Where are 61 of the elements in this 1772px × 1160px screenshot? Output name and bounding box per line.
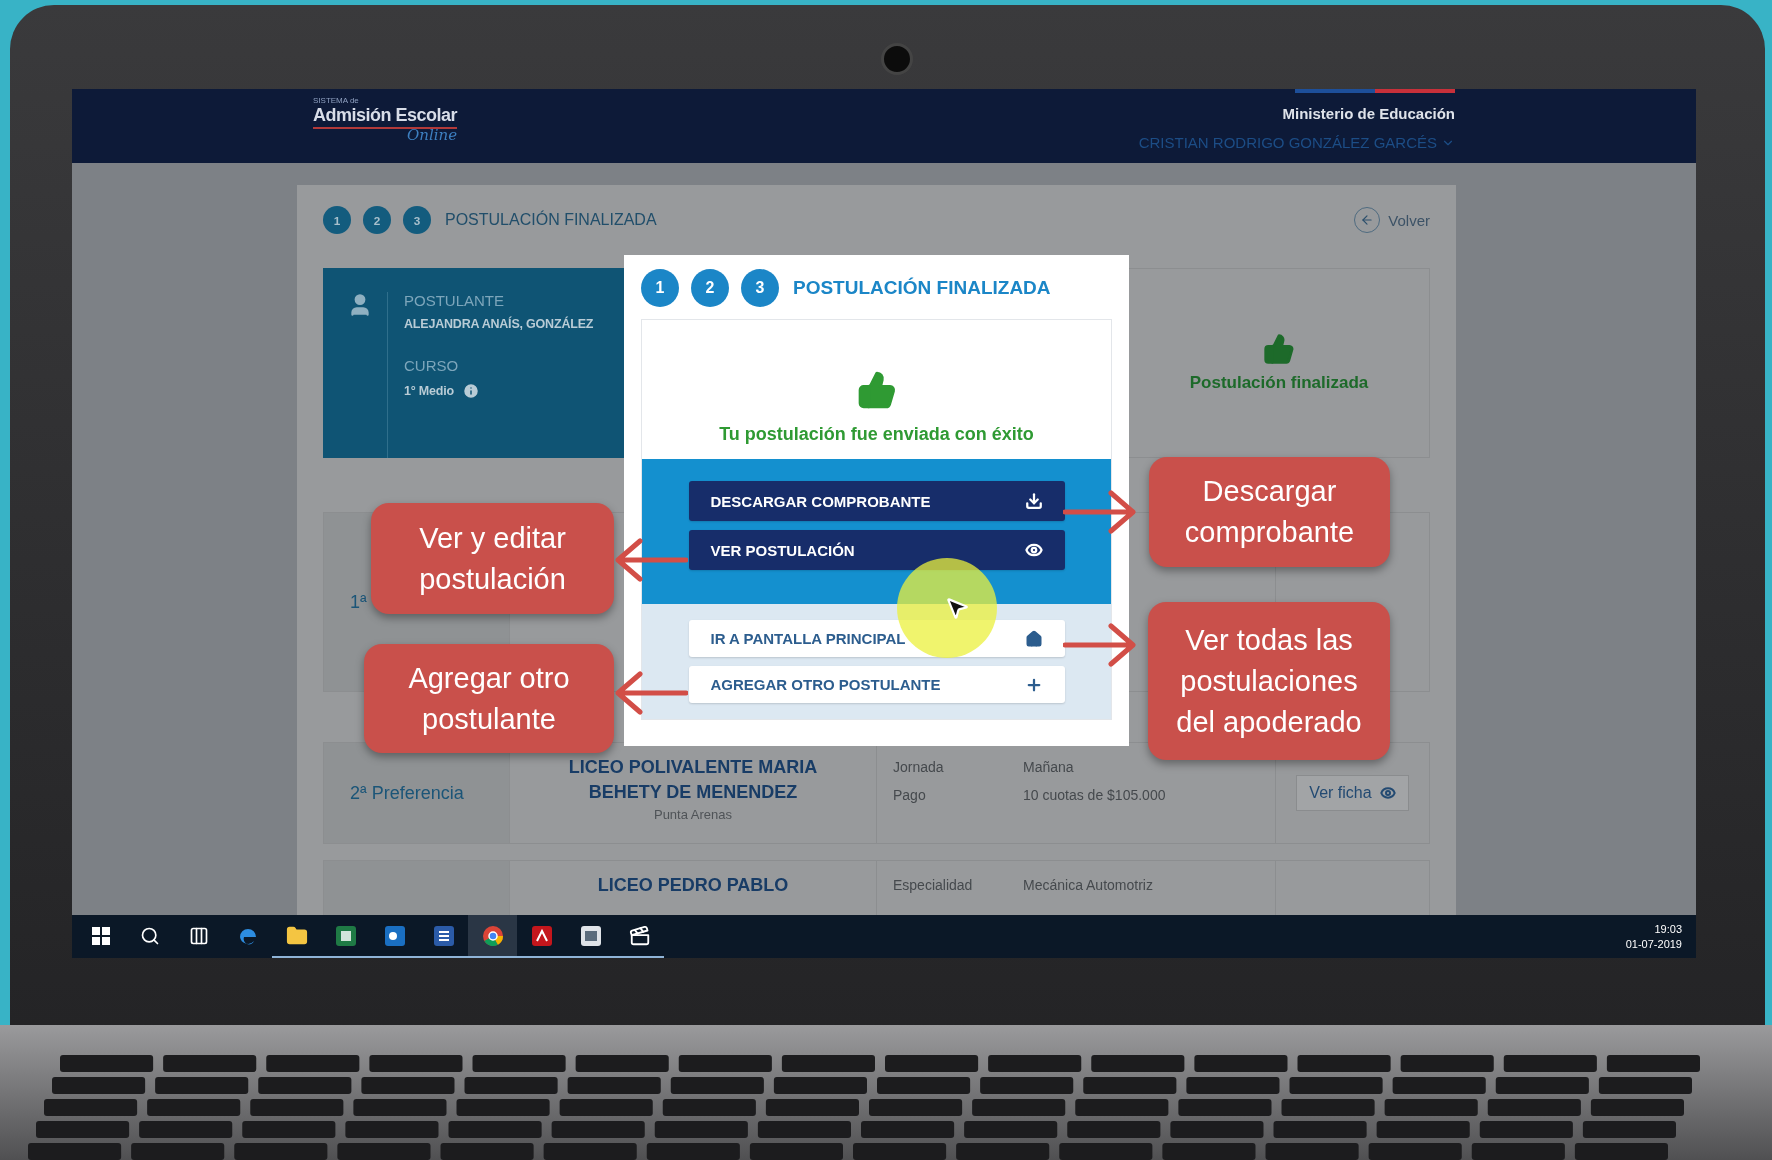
step-title: POSTULACIÓN FINALIZADA	[445, 211, 657, 229]
folder-icon[interactable]	[285, 924, 308, 947]
browser-icon[interactable]	[481, 924, 504, 947]
school-city: Punta Arenas	[653, 807, 733, 822]
step-number: 3	[403, 206, 431, 234]
preference-rank: 2ª Preferencia	[350, 782, 464, 804]
logo-script: Online	[406, 126, 458, 144]
dialog-action-button[interactable]: DESCARGAR COMPROBANTE	[688, 481, 1065, 521]
back-arrow-icon	[1360, 213, 1375, 227]
detail-label: Jornada	[893, 759, 945, 775]
dialog-title: POSTULACIÓN FINALIZADA	[793, 277, 1051, 299]
detail-value: Mañana	[1023, 759, 1075, 775]
document-app-icon[interactable]	[432, 924, 455, 947]
detail-value: Mecánica Automotriz	[1023, 877, 1154, 893]
preference-rank: 1ª	[350, 591, 367, 613]
search-icon[interactable]	[139, 925, 160, 946]
detail-value: 10 cuotas de $105.000	[1023, 787, 1167, 803]
eye-icon	[1024, 541, 1043, 559]
download-icon	[1024, 492, 1043, 510]
callout-label: Agregar otro postulante	[364, 644, 614, 753]
start-icon[interactable]	[91, 926, 110, 945]
field-label: CURSO	[404, 357, 460, 374]
ministry-name: Ministerio de Educación	[1282, 105, 1455, 122]
school-name: LICEO POLIVALENTE MARIA	[568, 756, 818, 779]
camera-icon	[881, 43, 913, 75]
detail-label: Especialidad	[893, 877, 974, 893]
field-value: 1° Medio	[404, 384, 454, 398]
school-name: BEHETY DE MENENDEZ	[588, 781, 798, 804]
callout-label: Ver todas las postulaciones del apoderado	[1148, 602, 1390, 760]
success-message: Tu postulación fue enviada con éxito	[719, 424, 1034, 445]
view-record-button[interactable]: Ver ficha	[1296, 775, 1409, 811]
clapperboard-icon[interactable]	[628, 924, 651, 947]
pdf-app-icon[interactable]	[530, 924, 553, 947]
callout-label: Ver y editar postulación	[371, 503, 614, 614]
info-icon[interactable]	[461, 382, 480, 400]
eye-icon	[1379, 785, 1396, 801]
picture-icon[interactable]	[579, 924, 602, 947]
dialog-action-button[interactable]: AGREGAR OTRO POSTULANTE	[688, 666, 1065, 703]
callout-label: Descargar comprobante	[1149, 457, 1390, 567]
clock-time: 19:03	[1654, 923, 1682, 935]
mouse-cursor-icon	[944, 595, 970, 621]
step-number: 2	[363, 206, 391, 234]
task-view-icon[interactable]	[188, 925, 209, 946]
step-number: 1	[323, 206, 351, 234]
dialog-action-button[interactable]: VER POSTULACIÓN	[688, 530, 1065, 570]
step-number: 3	[741, 269, 779, 307]
clock-date: 01-07-2019	[1625, 938, 1682, 950]
field-value: ALEJANDRA ANAÍS, GONZÁLEZ	[404, 317, 594, 331]
status-text: Postulación finalizada	[1189, 373, 1369, 393]
logo-caption: SISTEMA de	[313, 97, 360, 105]
thumbs-up-icon	[856, 370, 897, 410]
detail-label: Pago	[893, 787, 927, 803]
field-label: POSTULANTE	[404, 292, 506, 309]
thumbs-up-icon	[1263, 333, 1295, 365]
step-number: 2	[691, 269, 729, 307]
home-icon	[1024, 629, 1043, 648]
spreadsheet-icon[interactable]	[334, 924, 357, 947]
step-number: 1	[641, 269, 679, 307]
school-name: LICEO PEDRO PABLO	[597, 874, 789, 897]
mail-app-icon[interactable]	[383, 924, 406, 947]
logo-title: Admisión Escolar	[313, 105, 458, 129]
